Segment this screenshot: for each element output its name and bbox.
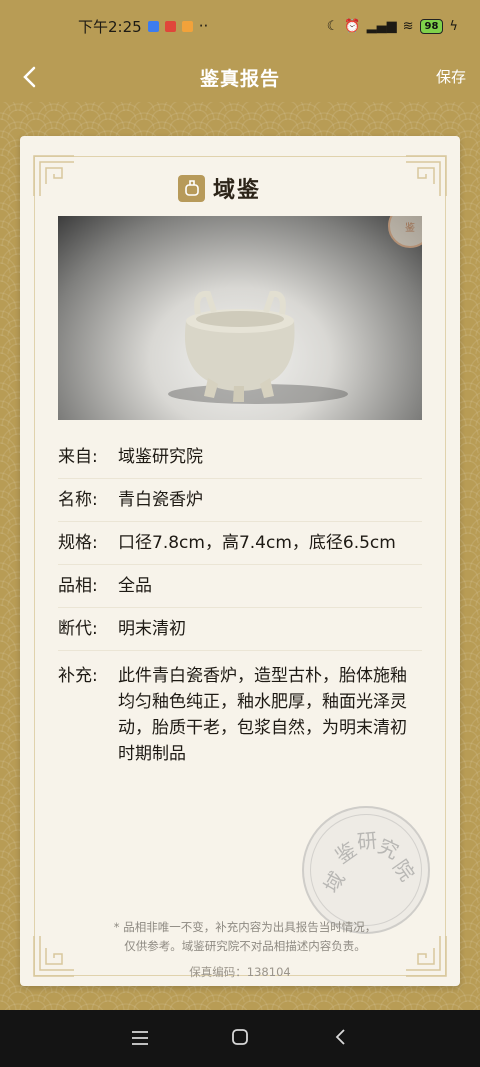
system-back-button[interactable]: [325, 1027, 355, 1051]
charging-icon: ϟ: [449, 18, 458, 34]
back-button[interactable]: [16, 62, 44, 92]
detail-value: 全品: [118, 576, 152, 596]
app-notification-icon: [164, 20, 176, 32]
status-bar: 下午2:25 ·· ☾ ⏰ ▂▄▆ ≋ 98 ϟ: [0, 0, 480, 52]
detail-row-notes: 补充: 此件青白瓷香炉，造型古朴，胎体施釉均匀釉色纯正，釉水肥厚，釉面光泽灵动，…: [58, 651, 422, 777]
detail-row-name: 名称: 青白瓷香炉: [58, 479, 422, 522]
corner-ornament: [404, 934, 448, 978]
more-notifications-icon: ··: [198, 17, 209, 35]
detail-value: 此件青白瓷香炉，造型古朴，胎体施釉均匀釉色纯正，釉水肥厚，釉面光泽灵动，胎质干老…: [118, 666, 407, 764]
status-time: 下午2:25: [78, 17, 142, 36]
corner-ornament: [32, 934, 76, 978]
detail-label: 断代:: [58, 619, 98, 639]
brand-name: 域鉴: [213, 177, 262, 203]
battery-icon: 98: [419, 18, 444, 34]
back-icon: [335, 1028, 345, 1045]
detail-label: 来自:: [58, 447, 98, 467]
detail-label: 品相:: [58, 576, 98, 596]
disclaimer-line: * 品相非唯一不变，补充内容为出具报告当时情况，: [113, 920, 377, 934]
detail-value: 口径7.8cm，高7.4cm，底径6.5cm: [118, 533, 396, 553]
detail-label: 规格:: [58, 533, 98, 553]
alarm-icon: ⏰: [344, 18, 361, 34]
report-details: 来自: 域鉴研究院 名称: 青白瓷香炉 规格: 口径7.8cm，高7.4cm，底…: [58, 436, 422, 777]
detail-value: 青白瓷香炉: [118, 490, 203, 510]
save-button[interactable]: 保存: [436, 66, 466, 87]
detail-row-source: 来自: 域鉴研究院: [58, 436, 422, 479]
wifi-icon: ≋: [402, 18, 414, 34]
home-icon: [232, 1028, 248, 1045]
detail-value: 域鉴研究院: [118, 447, 203, 467]
serial-number: 保真编码：138104: [189, 965, 291, 979]
moon-icon: ☾: [326, 18, 339, 34]
system-nav-bar: [0, 1010, 480, 1067]
detail-row-condition: 品相: 全品: [58, 565, 422, 608]
corner-ornament: [32, 154, 76, 198]
detail-row-dating: 断代: 明末清初: [58, 608, 422, 651]
menu-button[interactable]: [125, 1027, 155, 1051]
app-notification-icon: [147, 20, 159, 32]
logo-mark-icon: [178, 174, 205, 202]
status-icons: ☾ ⏰ ▂▄▆ ≋ 98 ϟ: [326, 18, 458, 34]
detail-row-size: 规格: 口径7.8cm，高7.4cm，底径6.5cm: [58, 522, 422, 565]
page-title: 鉴真报告: [199, 67, 280, 90]
chevron-left-icon: [23, 66, 36, 88]
corner-ornament: [404, 154, 448, 198]
brand-logo: 域鉴: [178, 168, 318, 208]
item-photo: 鉴: [58, 216, 422, 420]
stamp-ring: 域 鉴 研 究 院: [310, 814, 422, 926]
disclaimer: * 品相非唯一不变，补充内容为出具报告当时情况， 仅供参考。域鉴研究院不对品相描…: [80, 918, 410, 956]
detail-value: 明末清初: [118, 619, 186, 639]
incense-burner-image: [168, 290, 348, 404]
signal-icon: ▂▄▆: [366, 18, 397, 34]
detail-label: 补充:: [58, 666, 98, 686]
app-notification-icon: [181, 20, 193, 32]
institute-stamp: 域 鉴 研 究 院: [302, 806, 430, 934]
detail-label: 名称:: [58, 490, 98, 510]
nav-bar: 鉴真报告 保存: [0, 52, 480, 102]
menu-icon: [132, 1030, 148, 1045]
disclaimer-line: 仅供参考。域鉴研究院不对品相描述内容负责。: [124, 939, 366, 953]
home-button[interactable]: [225, 1027, 255, 1051]
